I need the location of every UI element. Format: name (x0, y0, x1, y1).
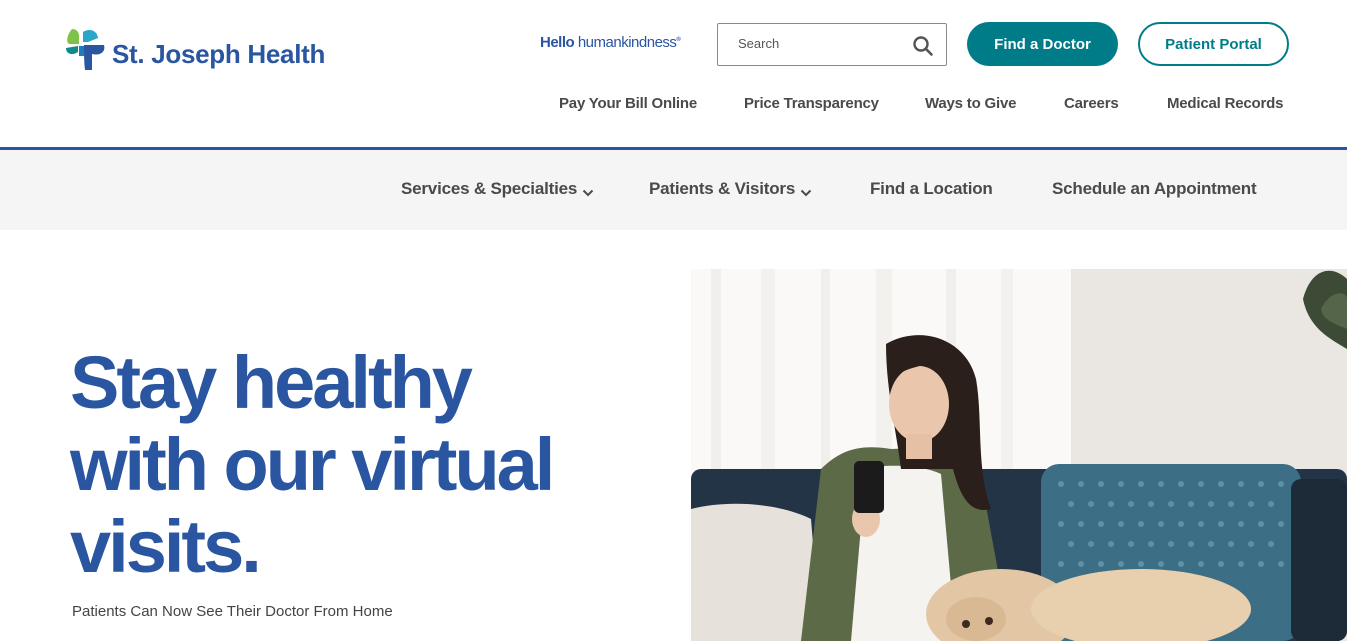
main-nav: Services & Specialties Patients & Visito… (0, 150, 1347, 230)
nav-item-label: Services & Specialties (401, 179, 578, 198)
nav-item-services[interactable]: Services & Specialties (401, 179, 594, 199)
nav-item-find-location[interactable]: Find a Location (870, 179, 993, 199)
util-link-careers[interactable]: Careers (1064, 95, 1119, 112)
nav-item-label: Patients & Visitors (649, 179, 796, 198)
site-logo[interactable]: St. Joseph Health (64, 26, 325, 72)
nav-item-schedule-appointment[interactable]: Schedule an Appointment (1052, 179, 1257, 199)
hero-image (691, 269, 1347, 641)
nav-item-label: Find a Location (870, 179, 993, 198)
search-icon[interactable] (912, 35, 934, 57)
tagline-main: humankindness (577, 34, 677, 51)
tagline-mark: ® (676, 37, 681, 43)
logo-text: St. Joseph Health (112, 38, 326, 69)
nav-item-patients-visitors[interactable]: Patients & Visitors (649, 179, 812, 199)
tagline-hello: Hello (540, 34, 578, 51)
find-a-doctor-button[interactable]: Find a Doctor (967, 22, 1118, 66)
hero-title-line: with our virtual (70, 423, 555, 506)
tagline: Hello humankindness® (540, 34, 681, 51)
hero-title: Stay healthy with our virtual visits. (70, 342, 630, 588)
util-link-price-transparency[interactable]: Price Transparency (744, 95, 879, 112)
search-input[interactable] (738, 36, 908, 51)
util-link-pay-bill[interactable]: Pay Your Bill Online (559, 95, 697, 112)
logo-cross-icon (64, 26, 108, 72)
chevron-down-icon (800, 184, 812, 197)
hero-title-line: visits. (70, 505, 262, 588)
util-link-ways-to-give[interactable]: Ways to Give (925, 95, 1016, 112)
hero-subtitle: Patients Can Now See Their Doctor From H… (72, 603, 393, 620)
nav-item-label: Schedule an Appointment (1052, 179, 1257, 198)
site-header: St. Joseph Health Hello humankindness® F… (0, 0, 1347, 147)
util-link-medical-records[interactable]: Medical Records (1167, 95, 1283, 112)
hero-title-line: Stay healthy (70, 341, 473, 424)
patient-portal-button[interactable]: Patient Portal (1138, 22, 1289, 66)
search-box (717, 23, 947, 66)
chevron-down-icon (582, 184, 594, 197)
